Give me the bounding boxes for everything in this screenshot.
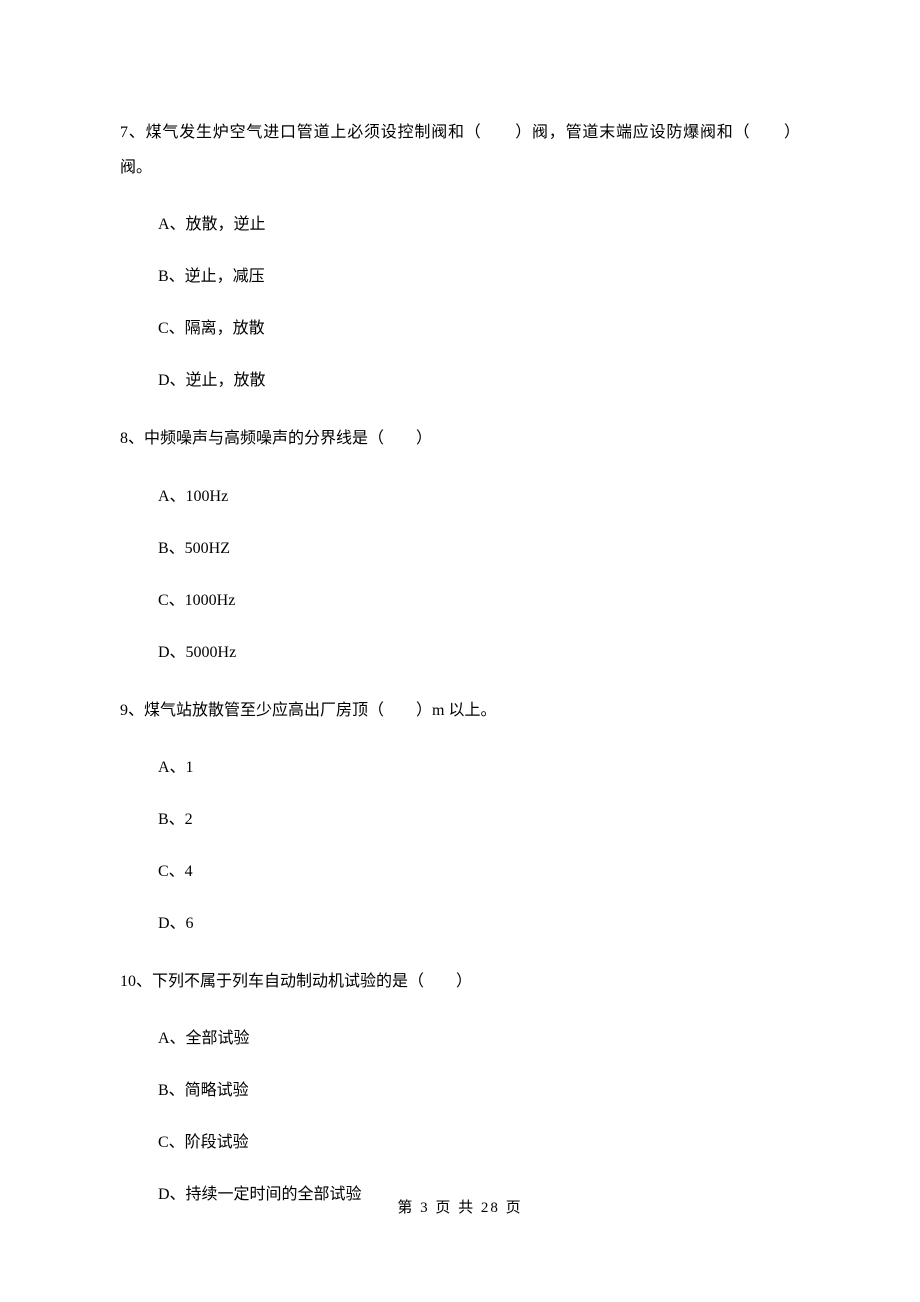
question-9: 9、煤气站放散管至少应高出厂房顶（ ）m 以上。 A、1 B、2 C、4 D、6 bbox=[120, 693, 800, 936]
option-c: C、4 bbox=[120, 860, 800, 884]
question-8: 8、中频噪声与高频噪声的分界线是（ ） A、100Hz B、500HZ C、10… bbox=[120, 421, 800, 664]
question-10: 10、下列不属于列车自动制动机试验的是（ ） A、全部试验 B、简略试验 C、阶… bbox=[120, 964, 800, 1207]
question-7: 7、煤气发生炉空气进口管道上必须设控制阀和（ ）阀，管道末端应设防爆阀和（ ）阀… bbox=[120, 115, 800, 393]
page-content: 7、煤气发生炉空气进口管道上必须设控制阀和（ ）阀，管道末端应设防爆阀和（ ）阀… bbox=[0, 0, 920, 1207]
question-stem: 7、煤气发生炉空气进口管道上必须设控制阀和（ ）阀，管道末端应设防爆阀和（ ）阀… bbox=[120, 115, 800, 185]
question-stem: 9、煤气站放散管至少应高出厂房顶（ ）m 以上。 bbox=[120, 693, 800, 728]
page-footer: 第 3 页 共 28 页 bbox=[0, 1196, 920, 1217]
option-b: B、2 bbox=[120, 808, 800, 832]
option-d: D、5000Hz bbox=[120, 641, 800, 665]
option-b: B、逆止，减压 bbox=[120, 265, 800, 289]
option-c: C、1000Hz bbox=[120, 589, 800, 613]
option-block: A、100Hz B、500HZ C、1000Hz D、5000Hz bbox=[120, 485, 800, 665]
option-b: B、简略试验 bbox=[120, 1079, 800, 1103]
option-c: C、隔离，放散 bbox=[120, 317, 800, 341]
question-stem: 8、中频噪声与高频噪声的分界线是（ ） bbox=[120, 421, 800, 456]
option-a: A、100Hz bbox=[120, 485, 800, 509]
option-a: A、1 bbox=[120, 756, 800, 780]
option-b: B、500HZ bbox=[120, 537, 800, 561]
question-number: 10、 bbox=[120, 973, 152, 990]
question-text: 煤气发生炉空气进口管道上必须设控制阀和（ ）阀，管道末端应设防爆阀和（ ）阀。 bbox=[120, 124, 800, 176]
option-c: C、阶段试验 bbox=[120, 1131, 800, 1155]
option-a: A、放散，逆止 bbox=[120, 213, 800, 237]
option-block: A、全部试验 B、简略试验 C、阶段试验 D、持续一定时间的全部试验 bbox=[120, 1027, 800, 1207]
option-block: A、放散，逆止 B、逆止，减压 C、隔离，放散 D、逆止，放散 bbox=[120, 213, 800, 393]
option-a: A、全部试验 bbox=[120, 1027, 800, 1051]
option-block: A、1 B、2 C、4 D、6 bbox=[120, 756, 800, 936]
option-d: D、6 bbox=[120, 912, 800, 936]
question-text: 下列不属于列车自动制动机试验的是（ ） bbox=[152, 973, 472, 990]
question-number: 7、 bbox=[120, 124, 146, 141]
question-text: 中频噪声与高频噪声的分界线是（ ） bbox=[144, 430, 432, 447]
option-d: D、逆止，放散 bbox=[120, 369, 800, 393]
question-number: 9、 bbox=[120, 702, 144, 719]
question-number: 8、 bbox=[120, 430, 144, 447]
question-text: 煤气站放散管至少应高出厂房顶（ ）m 以上。 bbox=[144, 702, 496, 719]
question-stem: 10、下列不属于列车自动制动机试验的是（ ） bbox=[120, 964, 800, 999]
